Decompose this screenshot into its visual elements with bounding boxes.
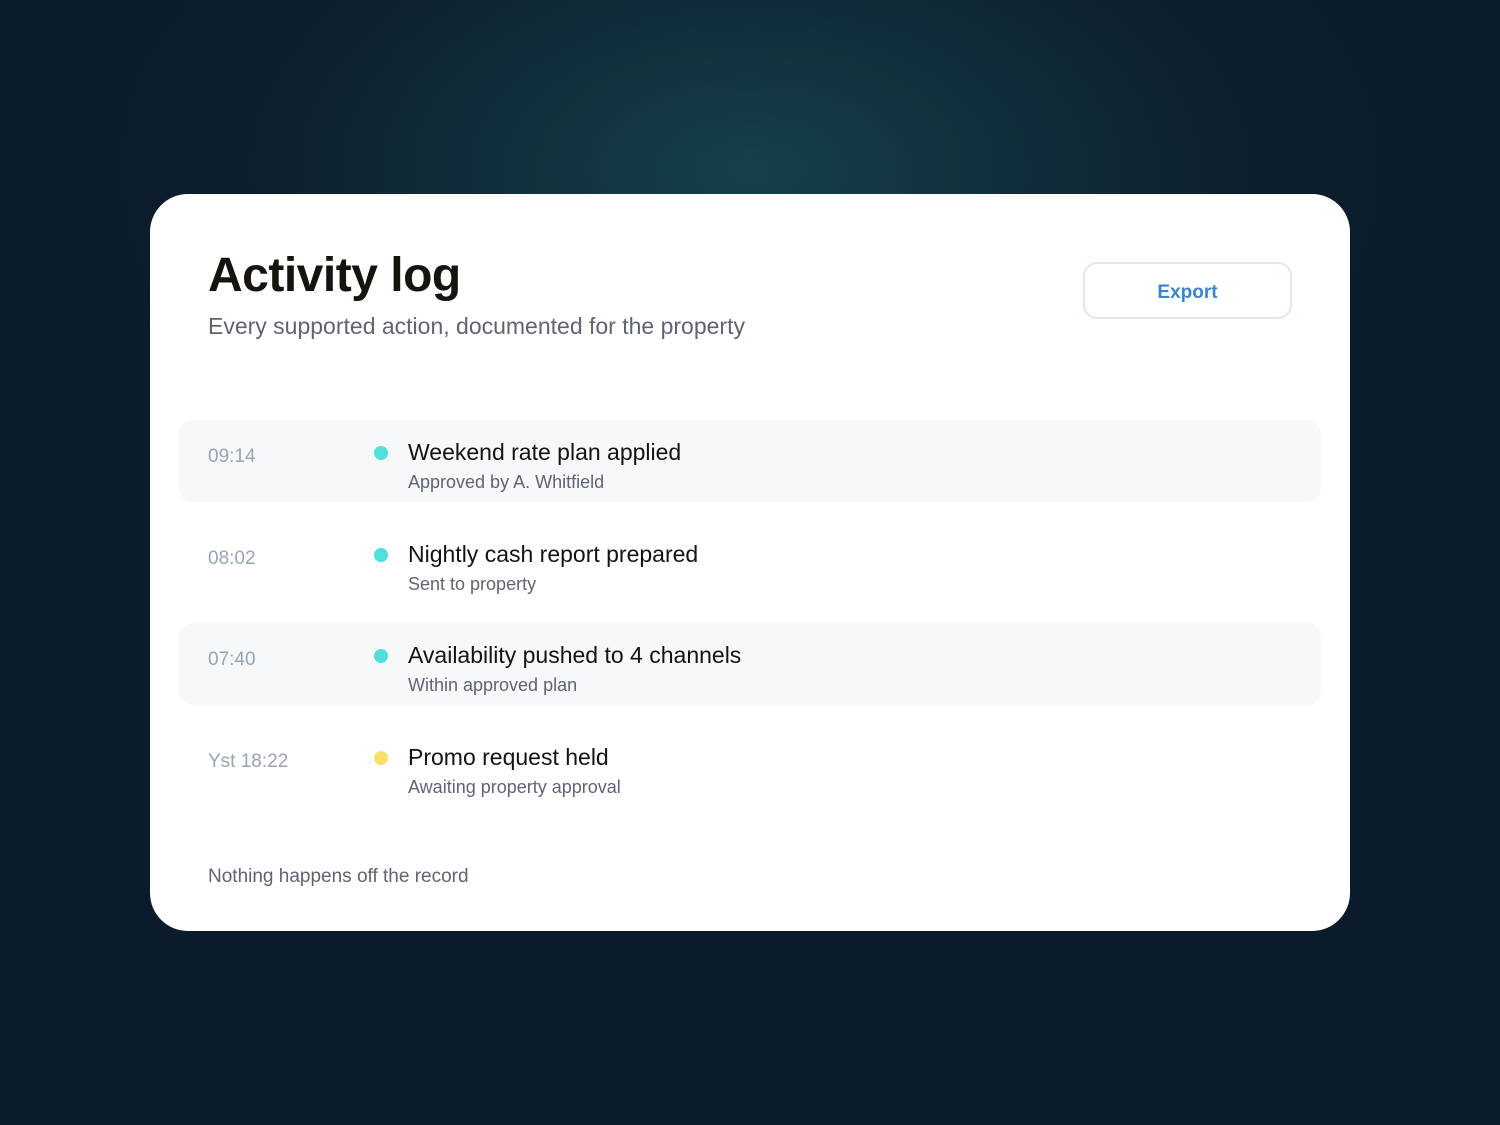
page-title: Activity log bbox=[208, 249, 461, 302]
export-button[interactable]: Export bbox=[1083, 262, 1292, 319]
activity-detail: Awaiting property approval bbox=[408, 776, 621, 797]
activity-log-card: Activity log Every supported action, doc… bbox=[150, 194, 1350, 931]
activity-row[interactable]: 09:14 Weekend rate plan applied Approved… bbox=[179, 420, 1321, 502]
activity-title: Weekend rate plan applied bbox=[408, 439, 682, 465]
activity-detail: Approved by A. Whitfield bbox=[408, 472, 605, 492]
activity-row[interactable]: 07:40 Availability pushed to 4 channels … bbox=[179, 623, 1321, 705]
status-dot-icon bbox=[374, 750, 388, 765]
status-dot-icon bbox=[374, 547, 388, 562]
footer-note: Nothing happens off the record bbox=[208, 866, 469, 887]
activity-list: 09:14 Weekend rate plan applied Approved… bbox=[179, 420, 1321, 826]
activity-time: 08:02 bbox=[208, 547, 256, 569]
activity-row[interactable]: 08:02 Nightly cash report prepared Sent … bbox=[179, 522, 1321, 604]
activity-title: Promo request held bbox=[408, 743, 609, 770]
activity-time: 07:40 bbox=[208, 649, 256, 670]
activity-detail: Sent to property bbox=[408, 573, 537, 594]
activity-detail: Within approved plan bbox=[408, 675, 578, 695]
status-dot-icon bbox=[374, 649, 388, 663]
activity-title: Nightly cash report prepared bbox=[408, 540, 699, 567]
status-dot-icon bbox=[374, 446, 388, 460]
activity-title: Availability pushed to 4 channels bbox=[408, 642, 742, 668]
activity-time: Yst 18:22 bbox=[208, 750, 289, 772]
activity-time: 09:14 bbox=[208, 446, 256, 467]
activity-row[interactable]: Yst 18:22 Promo request held Awaiting pr… bbox=[179, 725, 1321, 807]
page-subtitle: Every supported action, documented for t… bbox=[208, 313, 745, 339]
